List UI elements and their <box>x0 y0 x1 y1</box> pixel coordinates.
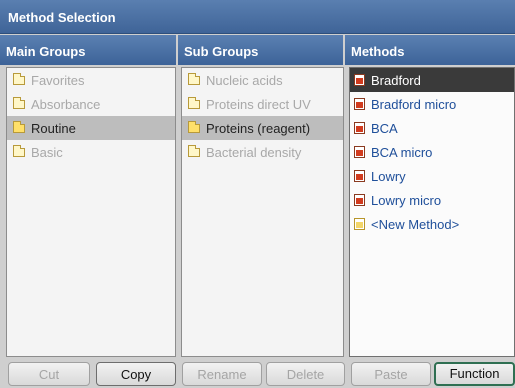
method-icon <box>354 170 365 182</box>
sub-group-bacterial-density[interactable]: Bacterial density <box>182 140 343 164</box>
main-group-favorites[interactable]: Favorites <box>7 68 175 92</box>
open-folder-icon <box>13 120 25 133</box>
cut-button[interactable]: Cut <box>8 362 90 386</box>
method-bradford[interactable]: Bradford <box>350 68 514 92</box>
list-item-label: Routine <box>31 120 76 136</box>
paste-button[interactable]: Paste <box>351 362 431 386</box>
main-groups-list: Favorites Absorbance Routine Basic <box>6 67 176 357</box>
folder-icon <box>188 96 200 109</box>
method-lowry-micro[interactable]: Lowry micro <box>350 188 514 212</box>
method-bca-micro[interactable]: BCA micro <box>350 140 514 164</box>
list-item-label: Absorbance <box>31 96 101 112</box>
main-group-routine[interactable]: Routine <box>7 116 175 140</box>
method-label: BCA micro <box>371 144 433 160</box>
method-icon <box>354 146 365 158</box>
button-bar: Cut Copy Rename Delete Paste Function <box>0 358 515 388</box>
method-label: Lowry <box>371 168 406 184</box>
folder-icon <box>13 96 25 109</box>
method-icon <box>354 74 365 86</box>
method-label: Bradford micro <box>371 96 457 112</box>
list-item-label: Bacterial density <box>206 144 302 160</box>
list-item-label: Basic <box>31 144 63 160</box>
open-folder-icon <box>188 120 200 133</box>
method-lowry[interactable]: Lowry <box>350 164 514 188</box>
list-item-label: Proteins direct UV <box>206 96 311 112</box>
folder-icon <box>13 144 25 157</box>
folder-icon <box>188 144 200 157</box>
new-method-icon <box>354 218 365 230</box>
method-icon <box>354 98 365 110</box>
main-group-basic[interactable]: Basic <box>7 140 175 164</box>
delete-button[interactable]: Delete <box>266 362 345 386</box>
window-title: Method Selection <box>0 0 515 34</box>
folder-icon <box>188 72 200 85</box>
list-item-label: Favorites <box>31 72 85 88</box>
method-icon <box>354 194 365 206</box>
copy-button[interactable]: Copy <box>96 362 176 386</box>
methods-header: Methods <box>345 35 515 65</box>
method-bca[interactable]: BCA <box>350 116 514 140</box>
method-selection-window: Method Selection Main Groups Sub Groups … <box>0 0 515 388</box>
sub-group-nucleic-acids[interactable]: Nucleic acids <box>182 68 343 92</box>
method-label: <New Method> <box>371 216 460 232</box>
method-label: Bradford <box>371 72 421 88</box>
main-groups-header: Main Groups <box>0 35 176 65</box>
rename-button[interactable]: Rename <box>182 362 262 386</box>
method-icon <box>354 122 365 134</box>
sub-groups-header: Sub Groups <box>178 35 343 65</box>
main-group-absorbance[interactable]: Absorbance <box>7 92 175 116</box>
method-bradford-micro[interactable]: Bradford micro <box>350 92 514 116</box>
folder-icon <box>13 72 25 85</box>
sub-groups-list: Nucleic acids Proteins direct UV Protein… <box>181 67 344 357</box>
sub-group-proteins-direct-uv[interactable]: Proteins direct UV <box>182 92 343 116</box>
list-item-label: Nucleic acids <box>206 72 283 88</box>
method-label: BCA <box>371 120 398 136</box>
function-button[interactable]: Function <box>434 362 515 386</box>
method-new[interactable]: <New Method> <box>350 212 514 236</box>
methods-list: Bradford Bradford micro BCA BCA micro Lo… <box>349 67 515 357</box>
list-item-label: Proteins (reagent) <box>206 120 311 136</box>
method-label: Lowry micro <box>371 192 442 208</box>
sub-group-proteins-reagent[interactable]: Proteins (reagent) <box>182 116 343 140</box>
